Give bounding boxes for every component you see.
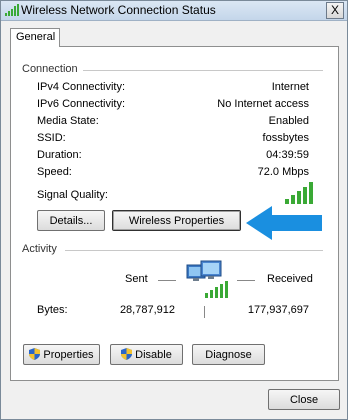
title-bar[interactable]: Wireless Network Connection Status X <box>1 1 347 21</box>
sent-dash <box>158 280 176 281</box>
ssid-value: fossbytes <box>262 132 309 144</box>
wireless-properties-button[interactable]: Wireless Properties <box>112 210 241 231</box>
blue-arrow-icon <box>246 206 322 240</box>
signal-quality-label: Signal Quality: <box>37 189 108 201</box>
ipv6-value: No Internet access <box>217 98 309 110</box>
duration-label: Duration: <box>37 149 82 161</box>
signal-strength-icon <box>285 182 313 204</box>
details-button[interactable]: Details... <box>37 210 105 231</box>
sent-label: Sent <box>125 273 148 285</box>
status-window: Wireless Network Connection Status X Gen… <box>0 0 348 420</box>
disable-button-label: Disable <box>135 349 172 361</box>
tab-general-label: General <box>16 31 56 43</box>
diagnose-button[interactable]: Diagnose <box>192 344 265 365</box>
ssid-label: SSID: <box>37 132 66 144</box>
close-icon[interactable]: X <box>326 2 344 19</box>
bytes-received-value: 177,937,697 <box>247 304 309 316</box>
connection-divider <box>83 70 323 71</box>
media-state-label: Media State: <box>37 115 99 127</box>
activity-separator <box>204 306 205 318</box>
ipv4-label: IPv4 Connectivity: <box>37 81 126 93</box>
tab-general[interactable]: General <box>10 28 60 47</box>
wifi-signal-icon <box>5 4 19 16</box>
properties-button[interactable]: Properties <box>23 344 100 365</box>
connection-group-label: Connection <box>22 63 78 75</box>
ipv6-label: IPv6 Connectivity: <box>37 98 126 110</box>
close-button[interactable]: Close <box>268 389 340 410</box>
properties-button-label: Properties <box>43 349 94 361</box>
speed-label: Speed: <box>37 166 72 178</box>
uac-shield-icon <box>121 348 133 361</box>
speed-value: 72.0 Mbps <box>257 166 309 178</box>
disable-button[interactable]: Disable <box>110 344 183 365</box>
bytes-label: Bytes: <box>37 304 68 316</box>
network-computers-icon <box>186 260 228 298</box>
ipv4-value: Internet <box>271 81 309 93</box>
duration-value: 04:39:59 <box>266 149 309 161</box>
bytes-sent-value: 28,787,912 <box>119 304 175 316</box>
media-state-value: Enabled <box>268 115 309 127</box>
activity-divider <box>65 250 323 251</box>
activity-group-label: Activity <box>22 243 57 255</box>
window-title: Wireless Network Connection Status <box>21 3 216 17</box>
uac-shield-icon <box>29 348 41 361</box>
received-dash <box>237 280 255 281</box>
received-label: Received <box>267 273 313 285</box>
